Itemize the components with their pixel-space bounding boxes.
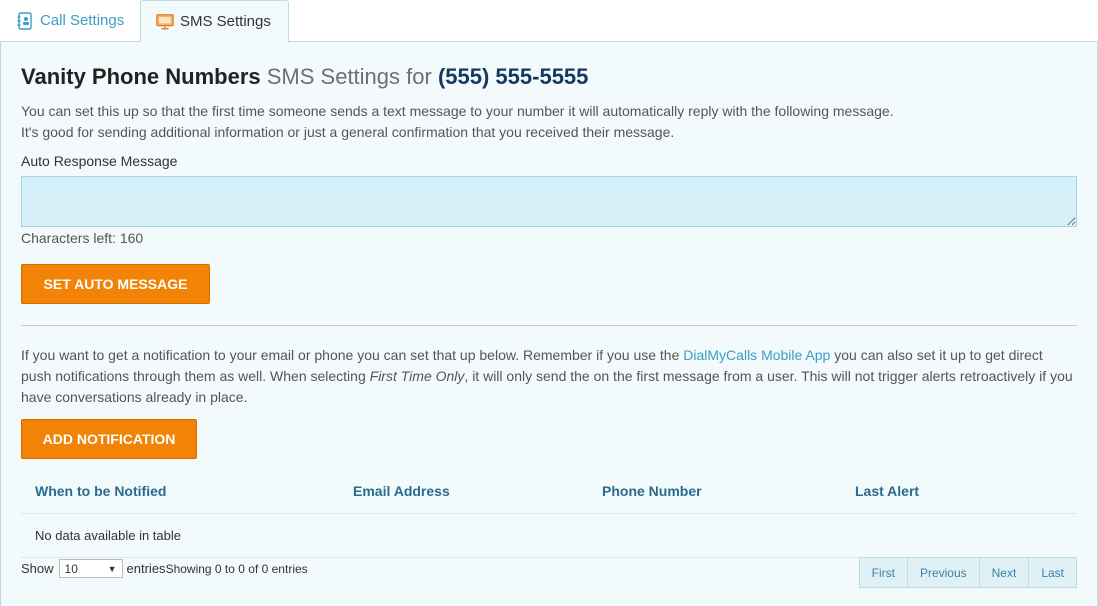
dialmycalls-app-link[interactable]: DialMyCalls Mobile App [683, 347, 830, 363]
tab-sms-settings-label: SMS Settings [180, 13, 271, 30]
section-divider [21, 325, 1077, 326]
pager-next[interactable]: Next [978, 558, 1029, 587]
table-info: Showing 0 to 0 of 0 entries [165, 561, 308, 576]
show-label: Show [21, 561, 54, 576]
pager-first[interactable]: First [860, 558, 907, 587]
notification-description: If you want to get a notification to you… [21, 345, 1077, 408]
notifications-table: When to be Notified Email Address Phone … [21, 470, 1077, 558]
page-title-sub: SMS Settings for [266, 64, 432, 89]
page-size-select[interactable]: 10 ▼ [58, 559, 123, 578]
column-header-email[interactable]: Email Address [353, 483, 450, 499]
page-title: Vanity Phone Numbers SMS Settings for (5… [21, 63, 588, 91]
auto-response-textarea[interactable] [21, 176, 1077, 227]
table-header: When to be Notified Email Address Phone … [21, 470, 1077, 514]
page-title-main: Vanity Phone Numbers [21, 64, 261, 89]
table-footer: Show 10 ▼ entries Showing 0 to 0 of 0 ent… [21, 555, 1077, 590]
column-header-when[interactable]: When to be Notified [35, 483, 166, 499]
tab-call-settings[interactable]: Call Settings [0, 0, 140, 41]
column-header-last-alert[interactable]: Last Alert [855, 483, 919, 499]
tab-bar: Call Settings SMS Settings [0, 0, 1098, 42]
table-body: No data available in table [21, 514, 1077, 558]
table-empty-message: No data available in table [35, 528, 181, 543]
intro-line-1: You can set this up so that the first ti… [21, 103, 894, 119]
page-size-control: Show 10 ▼ entries Showing 0 to 0 of 0 ent… [21, 559, 308, 578]
notification-text-before: If you want to get a notification to you… [21, 347, 684, 363]
entries-label: entries [126, 561, 166, 576]
pager-previous[interactable]: Previous [906, 558, 979, 587]
pagination: First Previous Next Last [858, 557, 1077, 588]
tab-call-settings-label: Call Settings [40, 12, 125, 29]
intro-line-2: It's good for sending additional informa… [21, 124, 675, 140]
notebook-icon [16, 11, 34, 30]
auto-response-label: Auto Response Message [21, 153, 178, 169]
monitor-icon [156, 13, 174, 31]
intro-text: You can set this up so that the first ti… [21, 101, 894, 143]
dropdown-caret-icon: ▼ [107, 563, 117, 574]
add-notification-button[interactable]: ADD NOTIFICATION [21, 419, 197, 459]
page-title-phone: (555) 555-5555 [437, 64, 589, 89]
pager-last[interactable]: Last [1028, 558, 1076, 587]
sms-settings-panel: Vanity Phone Numbers SMS Settings for (5… [0, 41, 1098, 606]
column-header-phone[interactable]: Phone Number [602, 483, 702, 499]
characters-left: Characters left: 160 [21, 230, 144, 246]
set-auto-message-button[interactable]: SET AUTO MESSAGE [21, 264, 210, 304]
page-size-value: 10 [64, 561, 78, 576]
first-time-only-emphasis: First Time Only [369, 368, 465, 384]
tab-sms-settings[interactable]: SMS Settings [140, 0, 289, 42]
